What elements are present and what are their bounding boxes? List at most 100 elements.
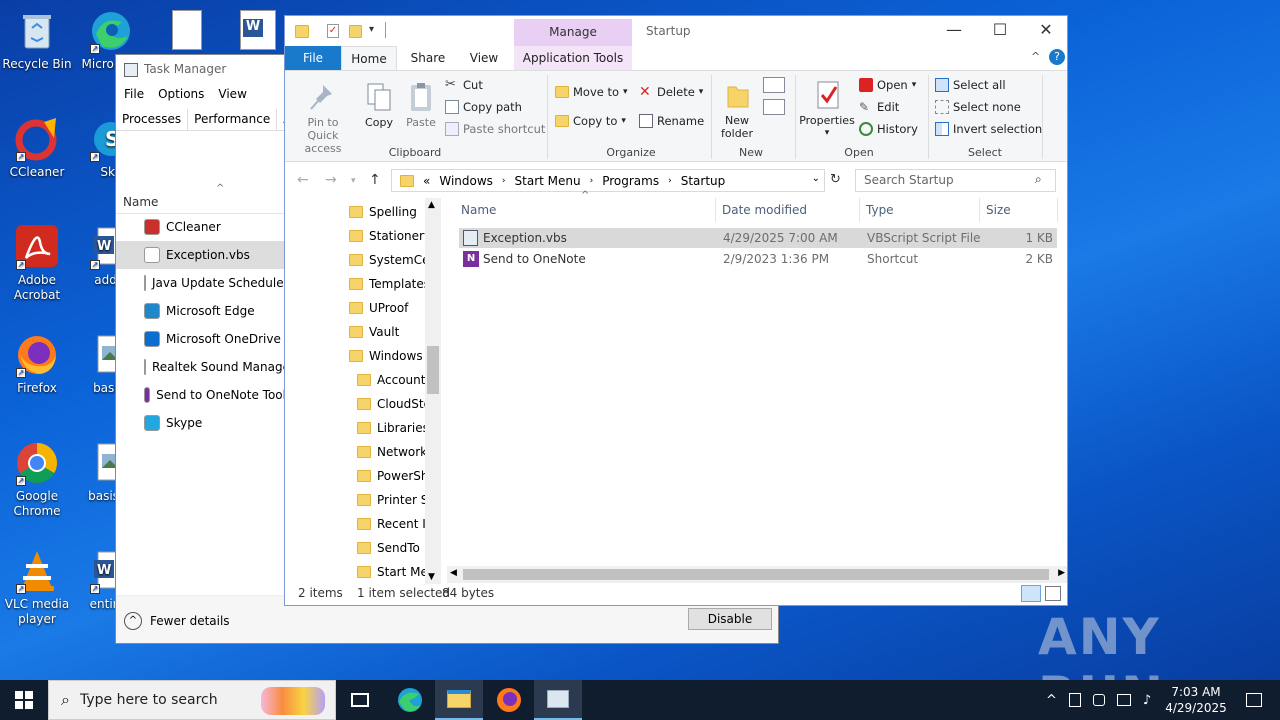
desktop-icon-firefox[interactable]: ↗ Firefox [0,332,74,396]
breadcrumb-overflow[interactable]: « [423,174,430,188]
menu-view[interactable]: View [218,87,246,101]
desktop-icon-ccleaner[interactable]: ↗ CCleaner [0,116,74,180]
qat-dropdown-icon[interactable]: ▾ [369,24,374,35]
column-name[interactable]: Name [123,195,158,209]
cut-button[interactable]: ✂ Cut [445,76,483,94]
nav-item[interactable]: SendTo [357,536,420,560]
recent-dropdown-icon[interactable]: ▾ [351,176,356,186]
column-header-size[interactable]: Size [986,203,1011,217]
file-row-send-to-onenote[interactable]: N Send to OneNote 2/9/2023 1:36 PM Short… [459,249,1057,269]
scroll-right-icon[interactable]: ▶ [1058,568,1065,578]
process-row[interactable]: Realtek Sound Manage [116,353,290,381]
minimize-button[interactable]: — [931,16,977,46]
new-item-icon[interactable] [763,77,785,93]
file-row-exception-vbs[interactable]: Exception.vbs 4/29/2025 7:00 AM VBScript… [459,228,1057,248]
horizontal-scrollbar-thumb[interactable] [463,569,1049,580]
nav-item[interactable]: Recent It [357,512,431,536]
nav-scrollbar[interactable]: ▲ ▼ [425,198,441,584]
nav-item[interactable]: PowerSh [357,464,429,488]
properties-qat-icon[interactable]: ✓ [327,24,339,38]
new-folder-qat-icon[interactable] [349,25,362,38]
notification-badge-icon[interactable] [1068,693,1081,707]
address-bar[interactable]: « Windows › Start Menu › Programs › Star… [391,169,825,192]
nav-item[interactable]: Stationery [349,224,431,248]
menu-options[interactable]: Options [158,87,204,101]
paste-shortcut-button[interactable]: Paste shortcut [445,120,545,138]
move-to-button[interactable]: Move to ▾ [555,83,628,101]
desktop-icon-acrobat[interactable]: ↗ Adobe Acrobat [0,224,74,303]
volume-icon[interactable]: ♪ [1143,693,1151,708]
scroll-down-icon[interactable]: ▼ [428,572,435,582]
nav-item[interactable]: Printer Sl [357,488,432,512]
process-row[interactable]: Microsoft OneDrive [116,325,286,353]
action-center-button[interactable] [1230,680,1278,720]
process-row[interactable]: Skype [116,409,286,437]
nav-item[interactable]: Templates [349,272,430,296]
nav-item[interactable]: Spelling [349,200,417,224]
address-dropdown-icon[interactable]: ⌄ [812,173,820,184]
desktop-icon-vlc[interactable]: ↗ VLC media player [0,548,74,627]
pin-quick-access-button[interactable]: Pin to Quick access [291,81,355,155]
taskbar-clock[interactable]: 7:03 AM 4/29/2025 [1160,684,1232,716]
start-button[interactable] [0,680,48,720]
process-row[interactable]: Microsoft Edge [116,297,286,325]
back-arrow-icon[interactable]: ← [297,172,309,188]
properties-button[interactable]: Properties ▾ [799,79,855,140]
tab-performance[interactable]: Performance [188,109,278,130]
horizontal-scrollbar[interactable]: ◀ ▶ [447,566,1067,583]
column-header-name[interactable]: Name [461,203,496,217]
select-all-button[interactable]: Select all [935,76,1006,94]
copy-button[interactable]: Copy [359,81,399,129]
history-button[interactable]: History [859,120,918,138]
large-icons-view-icon[interactable] [1045,586,1061,601]
tab-file[interactable]: File [285,46,341,70]
disable-button[interactable]: Disable [688,608,772,630]
tab-manage[interactable]: Manage [514,19,632,46]
nav-item[interactable]: Windows [349,344,423,368]
nav-item[interactable]: Account [357,368,425,392]
nav-item[interactable]: Vault [349,320,399,344]
process-row[interactable]: Exception.vbs [116,241,286,269]
breadcrumb-windows[interactable]: Windows [439,174,493,188]
paste-button[interactable]: Paste [401,81,441,129]
tab-share[interactable]: Share [403,46,453,70]
refresh-icon[interactable]: ↻ [830,172,841,187]
chevron-up-icon[interactable]: ^ [1046,693,1057,708]
explorer-titlebar[interactable]: ✓ ▾ Manage Startup — ☐ ✕ [285,16,1067,46]
desktop-icon-recycle-bin[interactable]: Recycle Bin [0,8,74,72]
taskbar-edge[interactable] [386,680,434,720]
taskbar-firefox[interactable] [485,680,533,720]
file-explorer-window[interactable]: ✓ ▾ Manage Startup — ☐ ✕ File Home Share… [284,15,1068,606]
invert-selection-button[interactable]: Invert selection [935,120,1042,138]
fewer-details-button[interactable]: ^ Fewer details [124,612,230,630]
tab-view[interactable]: View [457,46,511,70]
copy-to-button[interactable]: Copy to ▾ [555,112,626,130]
nav-scrollbar-thumb[interactable] [427,346,439,394]
scroll-left-icon[interactable]: ◀ [450,568,457,578]
collapse-ribbon-icon[interactable]: ^ [1031,50,1040,63]
column-header-date[interactable]: Date modified [722,203,807,217]
nav-item[interactable]: CloudSto [357,392,431,416]
easy-access-icon[interactable] [763,99,785,115]
taskbar-task-manager[interactable] [534,680,582,720]
tab-processes[interactable]: Processes [116,109,189,130]
copy-path-button[interactable]: Copy path [445,98,522,116]
breadcrumb-programs[interactable]: Programs [602,174,659,188]
desktop-icon-chrome[interactable]: ↗ Google Chrome [0,440,74,519]
up-arrow-icon[interactable]: ↑ [369,172,381,188]
maximize-button[interactable]: ☐ [977,16,1023,46]
search-input[interactable]: Search Startup [855,169,1056,192]
edit-button[interactable]: ✎ Edit [859,98,899,116]
nav-item[interactable]: UProof [349,296,408,320]
nav-item[interactable]: Start Mer [357,560,433,584]
rename-button[interactable]: Rename [639,112,704,130]
breadcrumb-start-menu[interactable]: Start Menu [515,174,581,188]
column-header-type[interactable]: Type [866,203,894,217]
menu-file[interactable]: File [124,87,144,101]
process-row[interactable]: Send to OneNote Tool [116,381,286,409]
breadcrumb-startup[interactable]: Startup [681,174,726,188]
nav-item[interactable]: Network [357,440,427,464]
help-icon[interactable]: ? [1049,49,1065,65]
network-icon[interactable] [1116,694,1131,706]
delete-button[interactable]: ✕ Delete ▾ [639,83,703,101]
